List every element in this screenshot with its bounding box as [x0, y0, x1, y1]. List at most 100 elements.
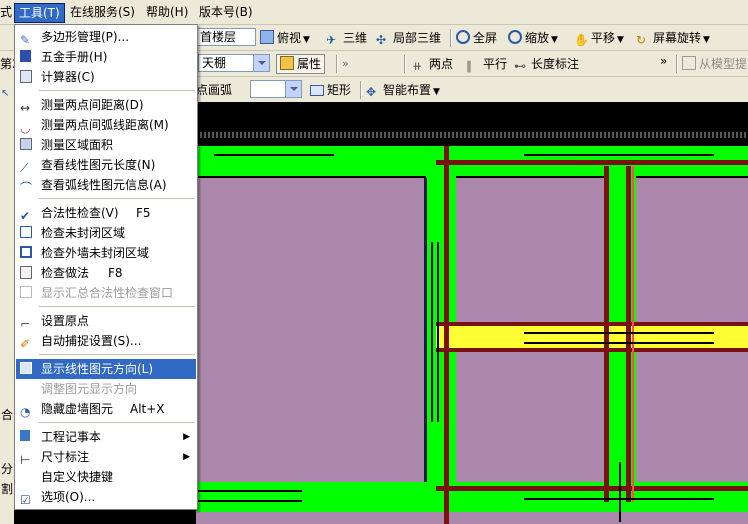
menu-separator — [39, 306, 195, 307]
direction-arrow — [196, 500, 302, 502]
from-model-button[interactable]: 从模型提 — [682, 55, 747, 73]
menu-item-show-line-direction[interactable]: 显示线性图元方向(L) — [16, 359, 196, 379]
toolbar-more-button[interactable]: » — [660, 52, 667, 70]
beam-v1 — [444, 146, 449, 524]
slab-mid-bottom — [456, 348, 606, 482]
arc-info-icon: ⌒ — [20, 181, 33, 195]
hand-icon: ✋ — [574, 33, 589, 47]
dimension-icon: ⊢ — [20, 453, 31, 467]
partial-3d-button[interactable]: ✣ 局部三维 — [376, 29, 441, 47]
menu-item-measure-area[interactable]: 测量区域面积 — [16, 135, 196, 155]
two-point-button[interactable]: ⧺ 两点 — [412, 55, 453, 73]
parallel-button[interactable]: ∥ 平行 — [466, 55, 507, 73]
toolbar-more-left[interactable]: » — [342, 55, 349, 73]
direction-arrow — [524, 154, 714, 156]
direction-arrow — [524, 332, 714, 334]
check-icon: ✔ — [20, 209, 31, 223]
properties-icon — [280, 56, 294, 70]
menu-item-check-method[interactable]: 检查做法 F8 — [16, 263, 196, 283]
yellow-beam — [436, 326, 748, 348]
menu-online-service[interactable]: 在线服务(S) — [66, 3, 139, 21]
menu-item-arc-info[interactable]: ⌒ 查看弧线性图元信息(A) — [16, 175, 196, 195]
rotate-screen-button[interactable]: ↻ 屏幕旋转 ▼ — [636, 29, 710, 47]
split-label[interactable]: 分 — [1, 460, 13, 477]
properties-button[interactable]: 属性 — [276, 54, 326, 74]
direction-arrow-vertical — [619, 462, 621, 522]
menu-item-validity-check[interactable]: ✔ 合法性检查(V) F5 — [16, 203, 196, 223]
smart-layout-icon: ✥ — [366, 85, 377, 99]
beam-bottom — [436, 486, 748, 491]
menu-item-polygon[interactable]: ✎ 多边形管理(P)... — [16, 27, 196, 47]
cut-label[interactable]: 割 — [1, 480, 13, 497]
menu-tools[interactable]: 工具(T) — [14, 3, 65, 23]
dropdown-arrow-icon: ▼ — [303, 35, 310, 45]
open-region-icon — [20, 226, 32, 238]
calculator-icon — [20, 70, 32, 83]
menu-item-measure-arc[interactable]: ◡ 测量两点间弧线距离(M) — [16, 115, 196, 135]
menu-item-line-length[interactable]: ⟋ 查看线性图元长度(N) — [16, 155, 196, 175]
slab-left — [196, 178, 424, 482]
slab-edge — [424, 178, 427, 482]
menu-separator — [39, 422, 195, 423]
direction-arrow-vertical — [431, 242, 433, 422]
menu-separator — [39, 90, 195, 91]
length-mark-icon: ⊷ — [514, 59, 526, 73]
menu-separator — [39, 354, 195, 355]
summary-window-icon — [20, 286, 32, 298]
cube-icon — [260, 30, 274, 44]
menu-item-hide-virtual-wall[interactable]: ◔ 隐藏虚墙图元 Alt+X — [16, 399, 196, 419]
rotate-icon: ↻ — [636, 33, 647, 47]
book-icon — [20, 50, 31, 62]
menu-item-options[interactable]: ☑ 选项(O)... — [16, 487, 196, 507]
menu-item-dimension[interactable]: ⊢ 尺寸标注 ▶ — [16, 447, 196, 467]
fullscreen-button[interactable]: 全屏 — [456, 29, 497, 47]
slab-bottom-edge — [196, 512, 748, 524]
3d-button[interactable]: ✈ 三维 — [326, 29, 367, 47]
dropdown-arrow-icon: ▼ — [617, 35, 624, 45]
pan-button[interactable]: ✋ 平移 ▼ — [574, 29, 624, 47]
submenu-arrow-icon: ▶ — [183, 432, 190, 442]
menu-help[interactable]: 帮助(H) — [142, 3, 192, 21]
cursor-icon[interactable]: ↖ — [1, 88, 13, 100]
notebook-icon — [20, 430, 30, 441]
top-view-button[interactable]: 俯视 ▼ — [260, 29, 310, 47]
floor-select[interactable]: 首楼层 — [196, 28, 256, 46]
hide-wall-icon: ◔ — [20, 405, 31, 419]
menu-item-hardware-manual[interactable]: 五金手册(H) — [16, 47, 196, 67]
tools-menu: ✎ 多边形管理(P)... 五金手册(H) 计算器(C) ↔ 测量两点间距离(D… — [14, 24, 198, 510]
menu-item-measure-distance[interactable]: ↔ 测量两点间距离(D) — [16, 95, 196, 115]
outer-wall-icon — [20, 246, 32, 258]
menu-item-open-region[interactable]: 检查未封闭区域 — [16, 223, 196, 243]
arc-draw-button[interactable]: 点画弧 — [196, 81, 232, 99]
component-select[interactable]: 天棚 — [198, 54, 270, 72]
beam-mid-top — [436, 322, 748, 326]
arc-option-select[interactable] — [250, 80, 302, 98]
polygon-icon: ✎ — [20, 33, 31, 47]
smart-layout-button[interactable]: ✥ 智能布置 ▼ — [366, 81, 440, 99]
menu-item-outer-wall-region[interactable]: 检查外墙未封闭区域 — [16, 243, 196, 263]
length-mark-button[interactable]: ⊷ 长度标注 — [514, 55, 579, 73]
menu-item-calculator[interactable]: 计算器(C) — [16, 67, 196, 87]
measure-area-icon — [20, 138, 32, 150]
menu-item-custom-shortcut[interactable]: 自定义快捷键 — [16, 467, 196, 487]
zoom-button[interactable]: 缩放 ▼ — [508, 29, 558, 47]
hatch-strip — [196, 132, 748, 138]
line-length-icon: ⟋ — [20, 161, 29, 175]
direction-arrow — [214, 154, 334, 156]
menu-item-project-notebook[interactable]: 工程记事本 ▶ — [16, 427, 196, 447]
dropdown-arrow-icon — [285, 81, 301, 97]
slab-mid-top — [456, 178, 606, 326]
menu-item-adjust-direction: 调整图元显示方向 — [41, 382, 138, 396]
left-tool-strip: ↖ 合 分 割 — [0, 76, 15, 524]
options-icon: ☑ — [20, 493, 31, 507]
merge-label[interactable]: 合 — [1, 406, 13, 423]
direction-icon — [20, 362, 32, 374]
menu-item-set-origin[interactable]: ⌐ 设置原点 — [16, 311, 196, 331]
rect-button[interactable]: 矩形 — [310, 81, 351, 99]
menu-item-snap-settings[interactable]: ✐ 自动捕捉设置(S)... — [16, 331, 196, 351]
menu-version[interactable]: 版本号(B) — [195, 3, 257, 21]
direction-arrow — [196, 490, 302, 492]
zoom-icon — [508, 30, 522, 44]
magnifier-icon — [456, 30, 470, 44]
parallel-icon: ∥ — [466, 59, 472, 73]
